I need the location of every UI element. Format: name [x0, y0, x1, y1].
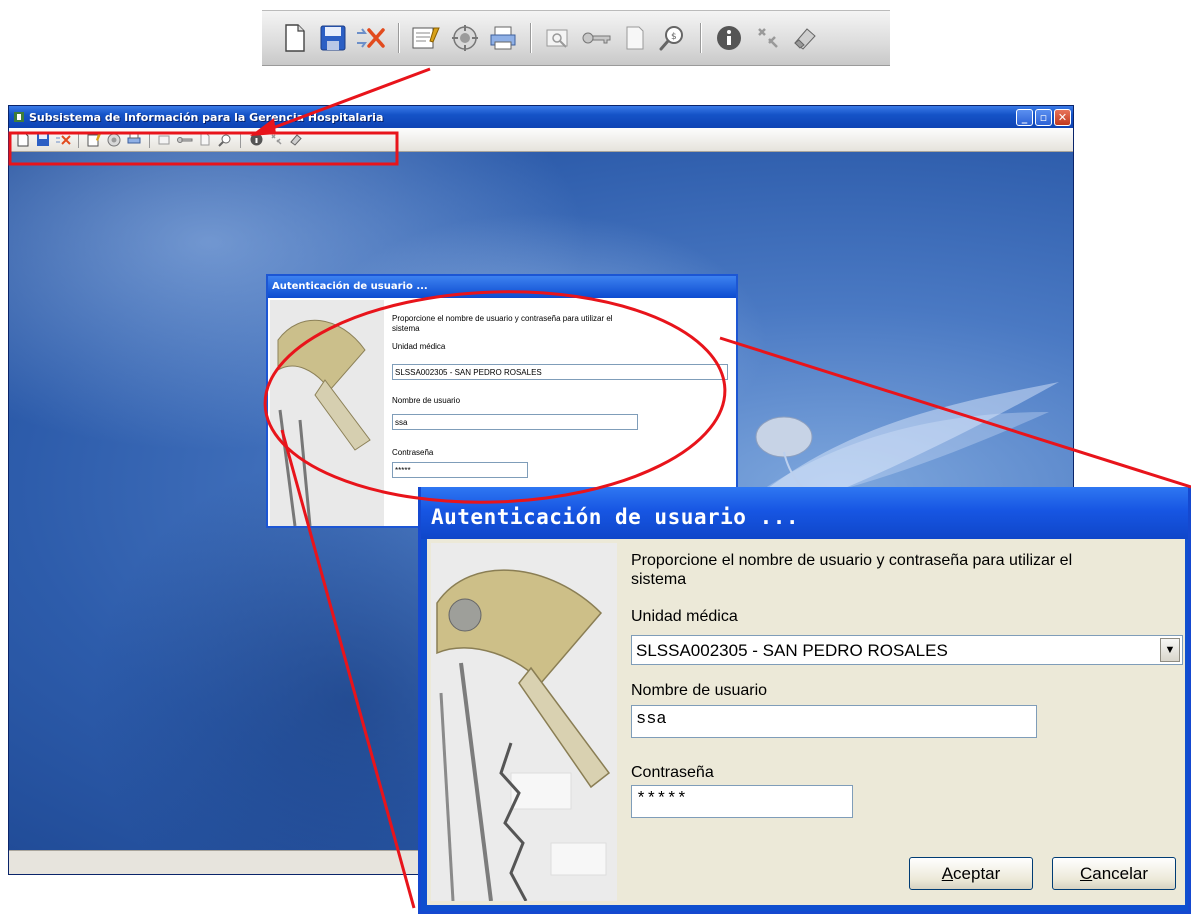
toolbar-separator: [78, 131, 79, 148]
print-setup-icon[interactable]: [106, 132, 122, 148]
login-dialog-body: Proporcione el nombre de usuario y contr…: [427, 539, 1185, 905]
cancel-button[interactable]: Cancelar: [1052, 857, 1176, 890]
delete-icon[interactable]: [55, 132, 71, 148]
edit-icon[interactable]: [412, 22, 442, 54]
app-icon: [14, 112, 24, 122]
small-user-field[interactable]: ssa: [392, 414, 638, 430]
app-toolbar: [9, 128, 1073, 152]
accept-label-rest: ceptar: [953, 863, 1001, 883]
print-setup-icon[interactable]: [450, 22, 480, 54]
print-icon[interactable]: [488, 22, 518, 54]
password-field[interactable]: *****: [631, 785, 853, 818]
unit-select-value: SLSSA002305 - SAN PEDRO ROSALES: [636, 641, 948, 660]
key-icon[interactable]: [177, 132, 193, 148]
small-dialog-title: Autenticación de usuario ...: [268, 276, 736, 298]
save-icon[interactable]: [35, 132, 51, 148]
new-document-icon[interactable]: [280, 22, 310, 54]
info-icon[interactable]: [248, 132, 264, 148]
cancel-accelerator: C: [1079, 863, 1093, 883]
enlarged-toolbar: $: [262, 10, 890, 66]
close-button[interactable]: ✕: [1054, 108, 1071, 126]
maximize-button[interactable]: ▫: [1035, 108, 1052, 126]
chevron-down-icon[interactable]: ▼: [1160, 638, 1180, 662]
app-titlebar: Subsistema de Información para la Gerenc…: [9, 106, 1073, 128]
small-unit-select[interactable]: SLSSA002305 - SAN PEDRO ROSALES: [392, 364, 728, 380]
key-illustration: [270, 300, 384, 526]
unit-select[interactable]: SLSSA002305 - SAN PEDRO ROSALES ▼: [631, 635, 1183, 665]
eraser-icon[interactable]: [790, 22, 820, 54]
login-dialog-title: Autenticación de usuario ...: [421, 487, 1188, 539]
toolbar-separator: [240, 131, 241, 148]
toolbar-separator: [149, 131, 150, 148]
find-icon[interactable]: [157, 132, 173, 148]
user-label: Nombre de usuario: [631, 682, 768, 699]
edit-icon[interactable]: [86, 132, 102, 148]
instructions-line2: sistema: [631, 571, 687, 588]
small-password-field[interactable]: *****: [392, 462, 528, 478]
toolbar-separator: [398, 23, 400, 53]
search-icon[interactable]: [217, 132, 233, 148]
app-title: Subsistema de Información para la Gerenc…: [29, 110, 384, 124]
info-icon[interactable]: [714, 22, 744, 54]
password-label: Contraseña: [631, 764, 714, 781]
settings-icon[interactable]: [268, 132, 284, 148]
username-field[interactable]: ssa: [631, 705, 1037, 738]
page-icon[interactable]: [620, 22, 650, 54]
search-icon[interactable]: $: [658, 22, 688, 54]
small-instructions-line1: Proporcione el nombre de usuario y contr…: [392, 314, 613, 323]
toolbar-separator: [700, 23, 702, 53]
accept-accelerator: A: [941, 863, 954, 883]
key-icon[interactable]: [582, 22, 612, 54]
save-icon[interactable]: [318, 22, 348, 54]
delete-icon[interactable]: [356, 22, 386, 54]
svg-text:$: $: [671, 32, 677, 42]
instructions-line1: Proporcione el nombre de usuario y contr…: [631, 552, 1073, 569]
new-document-icon[interactable]: [15, 132, 31, 148]
small-user-label: Nombre de usuario: [392, 396, 461, 405]
find-icon[interactable]: [544, 22, 574, 54]
small-password-label: Contraseña: [392, 448, 434, 457]
settings-icon[interactable]: [752, 22, 782, 54]
login-dialog: Autenticación de usuario ... Proporcione…: [418, 487, 1191, 914]
minimize-button[interactable]: _: [1016, 108, 1033, 126]
key-illustration: [431, 543, 617, 901]
accept-button[interactable]: Aceptar: [909, 857, 1033, 890]
small-unit-label: Unidad médica: [392, 342, 446, 351]
print-icon[interactable]: [126, 132, 142, 148]
small-instructions-line2: sistema: [392, 324, 420, 333]
toolbar-separator: [530, 23, 532, 53]
cancel-label-rest: ancelar: [1092, 863, 1149, 883]
page-icon[interactable]: [197, 132, 213, 148]
eraser-icon[interactable]: [288, 132, 304, 148]
unit-label: Unidad médica: [631, 608, 738, 625]
